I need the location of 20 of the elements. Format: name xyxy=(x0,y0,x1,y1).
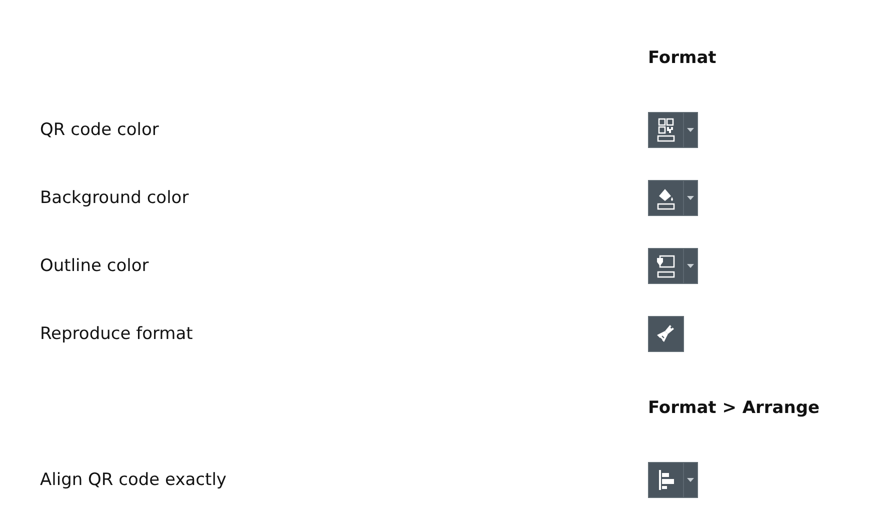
section-heading: Format xyxy=(648,47,718,70)
chevron-down-icon xyxy=(687,128,694,132)
brush-button[interactable] xyxy=(648,316,684,352)
dropdown-button[interactable] xyxy=(684,112,698,148)
chevron-down-icon xyxy=(687,196,694,200)
qr-code-button[interactable] xyxy=(648,112,684,148)
option-label: QR code color xyxy=(40,120,159,140)
align-left-button[interactable] xyxy=(648,462,684,498)
dropdown-button[interactable] xyxy=(684,180,698,216)
dropdown-button[interactable] xyxy=(684,248,698,284)
dropdown-button[interactable] xyxy=(684,462,698,498)
option-label: Align QR code exactly xyxy=(40,470,226,490)
option-label: Background color xyxy=(40,188,189,208)
chevron-down-icon xyxy=(687,478,694,482)
paint-bucket-button[interactable] xyxy=(648,180,684,216)
chevron-down-icon xyxy=(687,264,694,268)
pen-outline-button[interactable] xyxy=(648,248,684,284)
option-label: Outline color xyxy=(40,256,149,276)
section-heading: Format > Arrange xyxy=(648,397,821,420)
option-label: Reproduce format xyxy=(40,324,193,344)
